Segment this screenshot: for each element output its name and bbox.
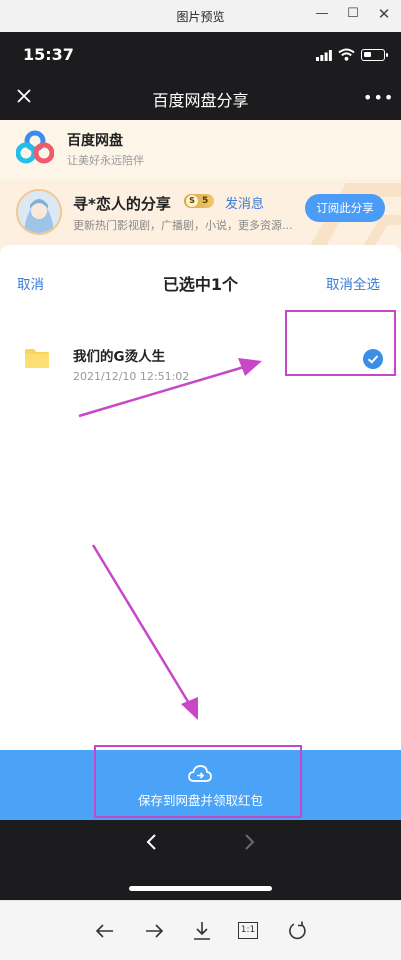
annotation-arrow-to-save xyxy=(91,544,192,706)
arrow-left-icon[interactable] xyxy=(94,920,116,942)
download-icon[interactable] xyxy=(191,920,213,942)
annotation-arrowhead xyxy=(181,697,198,720)
arrow-right-icon[interactable] xyxy=(143,920,165,942)
rotate-icon[interactable] xyxy=(286,920,308,942)
viewer-toolbar: 1:1 xyxy=(0,900,401,960)
annotation-arrowhead xyxy=(238,358,262,376)
annotation-arrow-to-checkbox xyxy=(78,365,245,418)
annotation-arrows xyxy=(78,358,262,720)
actual-size-icon[interactable]: 1:1 xyxy=(238,922,258,939)
